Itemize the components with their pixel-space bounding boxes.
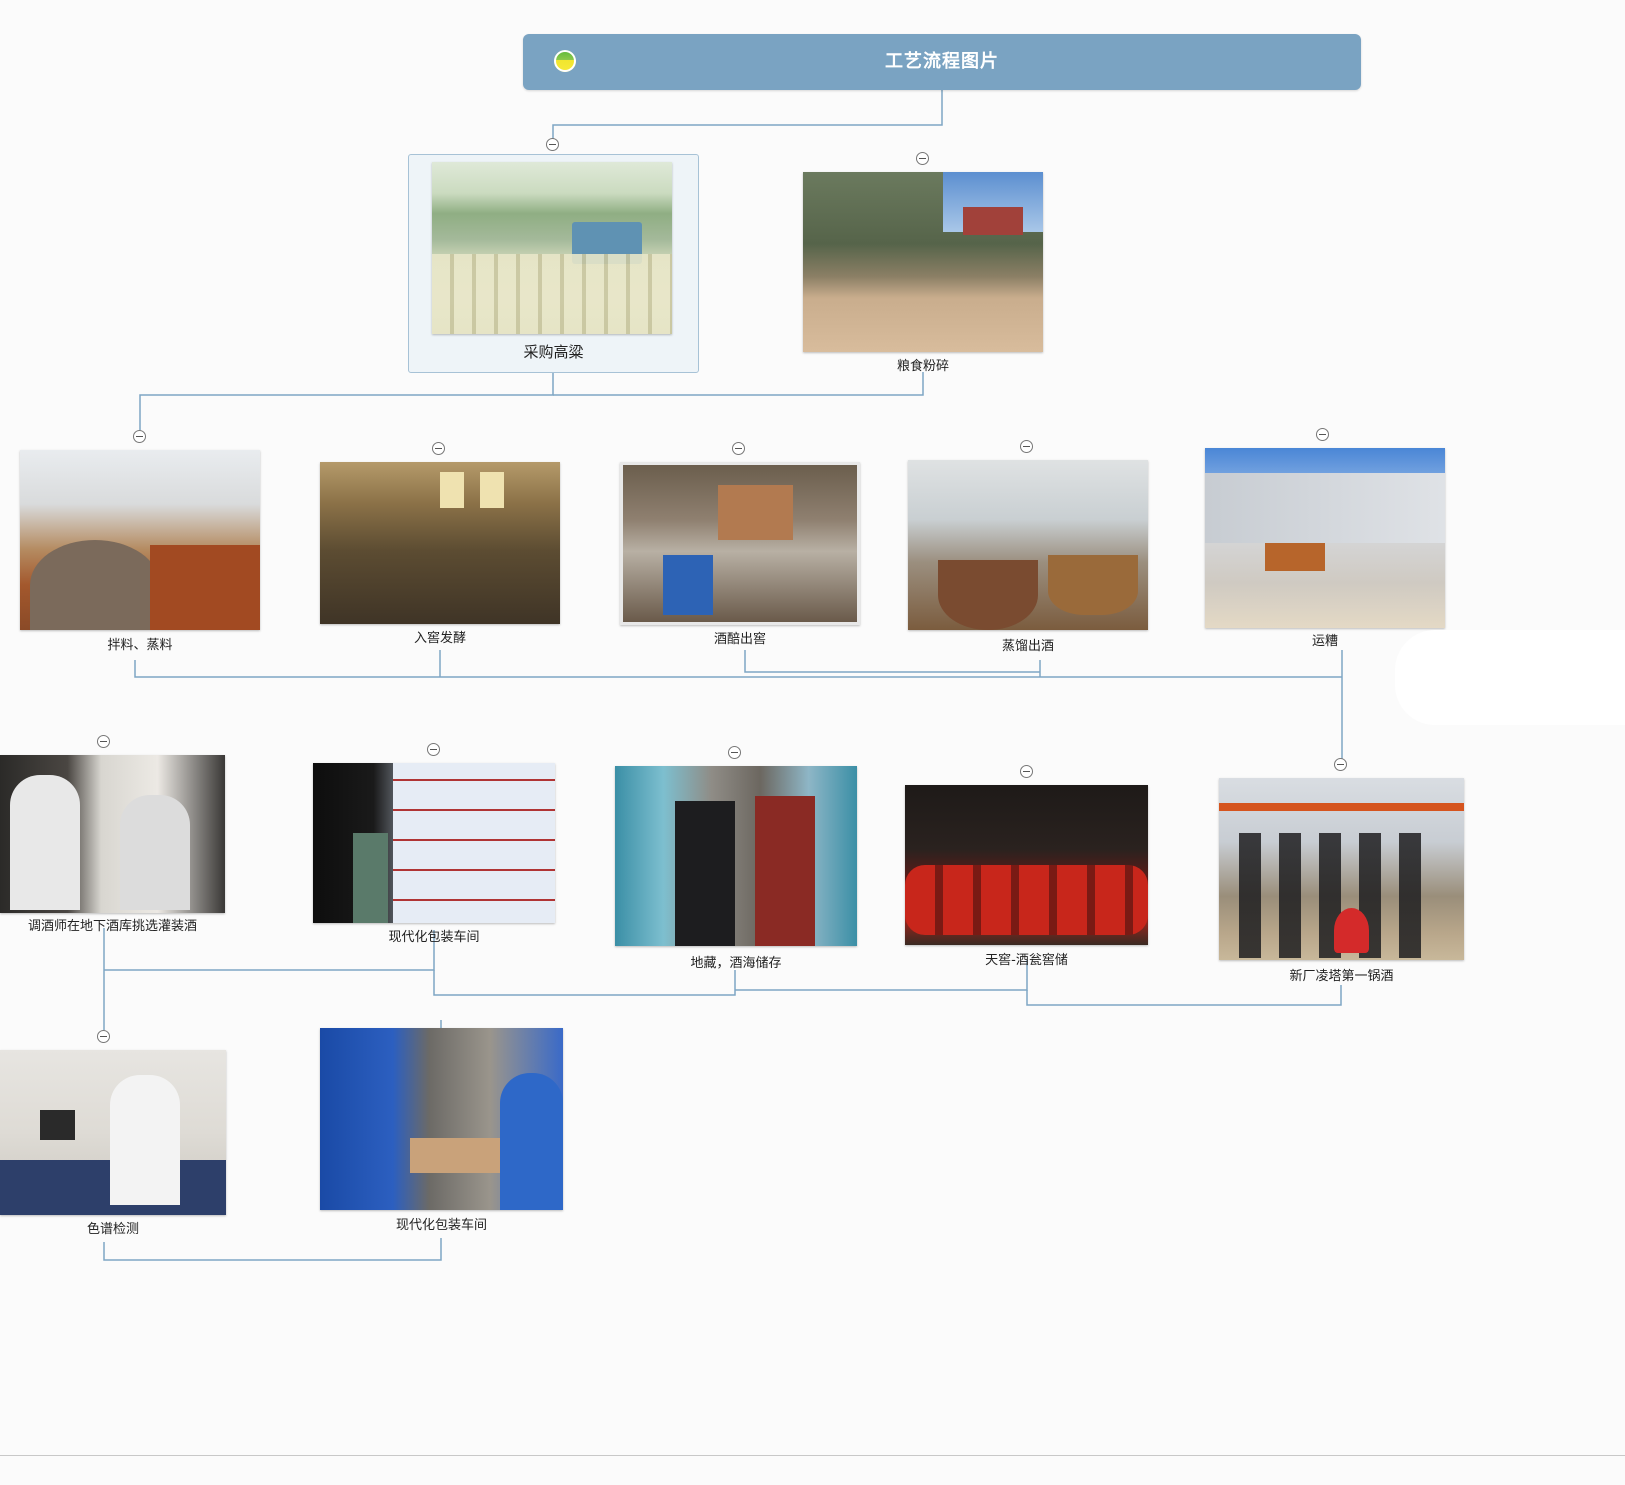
photo-distillation: [908, 460, 1148, 630]
topic-label: 拌料、蒸料: [107, 638, 173, 653]
topic-node-pit-fermentation[interactable]: 入窖发酵: [320, 462, 560, 652]
collapse-toggle-n4[interactable]: [432, 442, 445, 455]
photo-mixing-steaming: [20, 450, 260, 630]
collapse-toggle-n13[interactable]: [97, 1030, 110, 1043]
topic-node-packaging-workshop[interactable]: 现代化包装车间: [313, 763, 555, 948]
topic-label: 天窖-酒瓮窖储: [985, 953, 1068, 968]
photo-packaging-line: [320, 1028, 563, 1210]
collapse-toggle-n12[interactable]: [1334, 758, 1347, 771]
topic-label: 入窖发酵: [413, 631, 466, 646]
topic-node-procure-sorghum[interactable]: 采购高粱: [408, 154, 699, 373]
topic-node-grain-milling[interactable]: 粮食粉碎: [803, 172, 1043, 374]
connector-n11-join: [1026, 985, 1342, 1006]
topic-label: 酒醅出窖: [713, 632, 766, 647]
photo-underground-storage: [615, 766, 857, 946]
collapse-toggle-n1[interactable]: [546, 138, 559, 151]
topic-node-mixing-steaming[interactable]: 拌料、蒸料: [20, 450, 260, 655]
photo-transport-grains: [1205, 448, 1445, 628]
topic-label: 粮食粉碎: [896, 359, 949, 374]
topic-label: 调酒师在地下酒库挑选灌装酒: [27, 919, 197, 934]
collapse-toggle-n6[interactable]: [1020, 440, 1033, 453]
topic-node-underground-storage[interactable]: 地藏，酒海储存: [615, 766, 857, 971]
collapse-toggle-n3[interactable]: [133, 430, 146, 443]
root-topic[interactable]: 工艺流程图片: [523, 34, 1361, 90]
connector-n9-join: [433, 970, 736, 996]
topic-node-packaging-line[interactable]: 现代化包装车间: [320, 1028, 563, 1238]
connector-n3-join: [134, 660, 1342, 678]
photo-packaging-warehouse: [313, 763, 555, 923]
photo-chromatography: [0, 1050, 226, 1215]
canvas-bottom-border: [0, 1455, 1625, 1456]
photo-grain-sacks: [803, 172, 1043, 352]
topic-label: 现代化包装车间: [395, 1218, 487, 1233]
topic-label: 色谱检测: [86, 1222, 139, 1237]
topic-label: 现代化包装车间: [388, 930, 480, 945]
topic-node-jar-storage[interactable]: 天窖-酒瓮窖储: [905, 785, 1148, 970]
topic-label: 蒸馏出酒: [1001, 639, 1054, 654]
blank-area: [1395, 630, 1625, 725]
connector-n1-n3: [139, 372, 554, 430]
topic-label: 新厂凌塔第一锅酒: [1289, 969, 1394, 984]
photo-blender-selection: [0, 755, 225, 913]
topic-node-first-batch[interactable]: 新厂凌塔第一锅酒: [1219, 778, 1464, 984]
collapse-toggle-n10[interactable]: [728, 746, 741, 759]
root-title: 工艺流程图片: [885, 51, 999, 72]
collapse-toggle-n8[interactable]: [97, 735, 110, 748]
topic-node-chromatography[interactable]: 色谱检测: [0, 1050, 226, 1245]
collapse-toggle-n9[interactable]: [427, 743, 440, 756]
mindmap-canvas: 工艺流程图片 采购高粱 粮食粉碎 拌料、蒸料 入窖发酵 酒醅出窖 蒸馏出酒 运糟…: [0, 0, 1625, 1485]
collapse-toggle-n7[interactable]: [1316, 428, 1329, 441]
topic-label: 采购高粱: [523, 343, 584, 361]
topic-node-distillation[interactable]: 蒸馏出酒: [908, 460, 1148, 660]
topic-label: 地藏，酒海储存: [690, 956, 782, 971]
topic-node-transport-grains[interactable]: 运糟: [1205, 448, 1445, 649]
photo-jar-storage: [905, 785, 1148, 945]
connector-n2-join: [553, 372, 924, 396]
photo-unloading-pit: [620, 462, 860, 625]
photo-pit-fermentation: [320, 462, 560, 624]
topic-node-unloading-pit[interactable]: 酒醅出窖: [620, 462, 860, 652]
photo-first-batch: [1219, 778, 1464, 960]
topic-node-blender-selection[interactable]: 调酒师在地下酒库挑选灌装酒: [0, 755, 225, 935]
photo-sorghum-trucks: [432, 162, 672, 334]
collapse-toggle-n11[interactable]: [1020, 765, 1033, 778]
connector-root-n1: [552, 90, 943, 145]
collapse-toggle-n2[interactable]: [916, 152, 929, 165]
collapse-toggle-n5[interactable]: [732, 442, 745, 455]
